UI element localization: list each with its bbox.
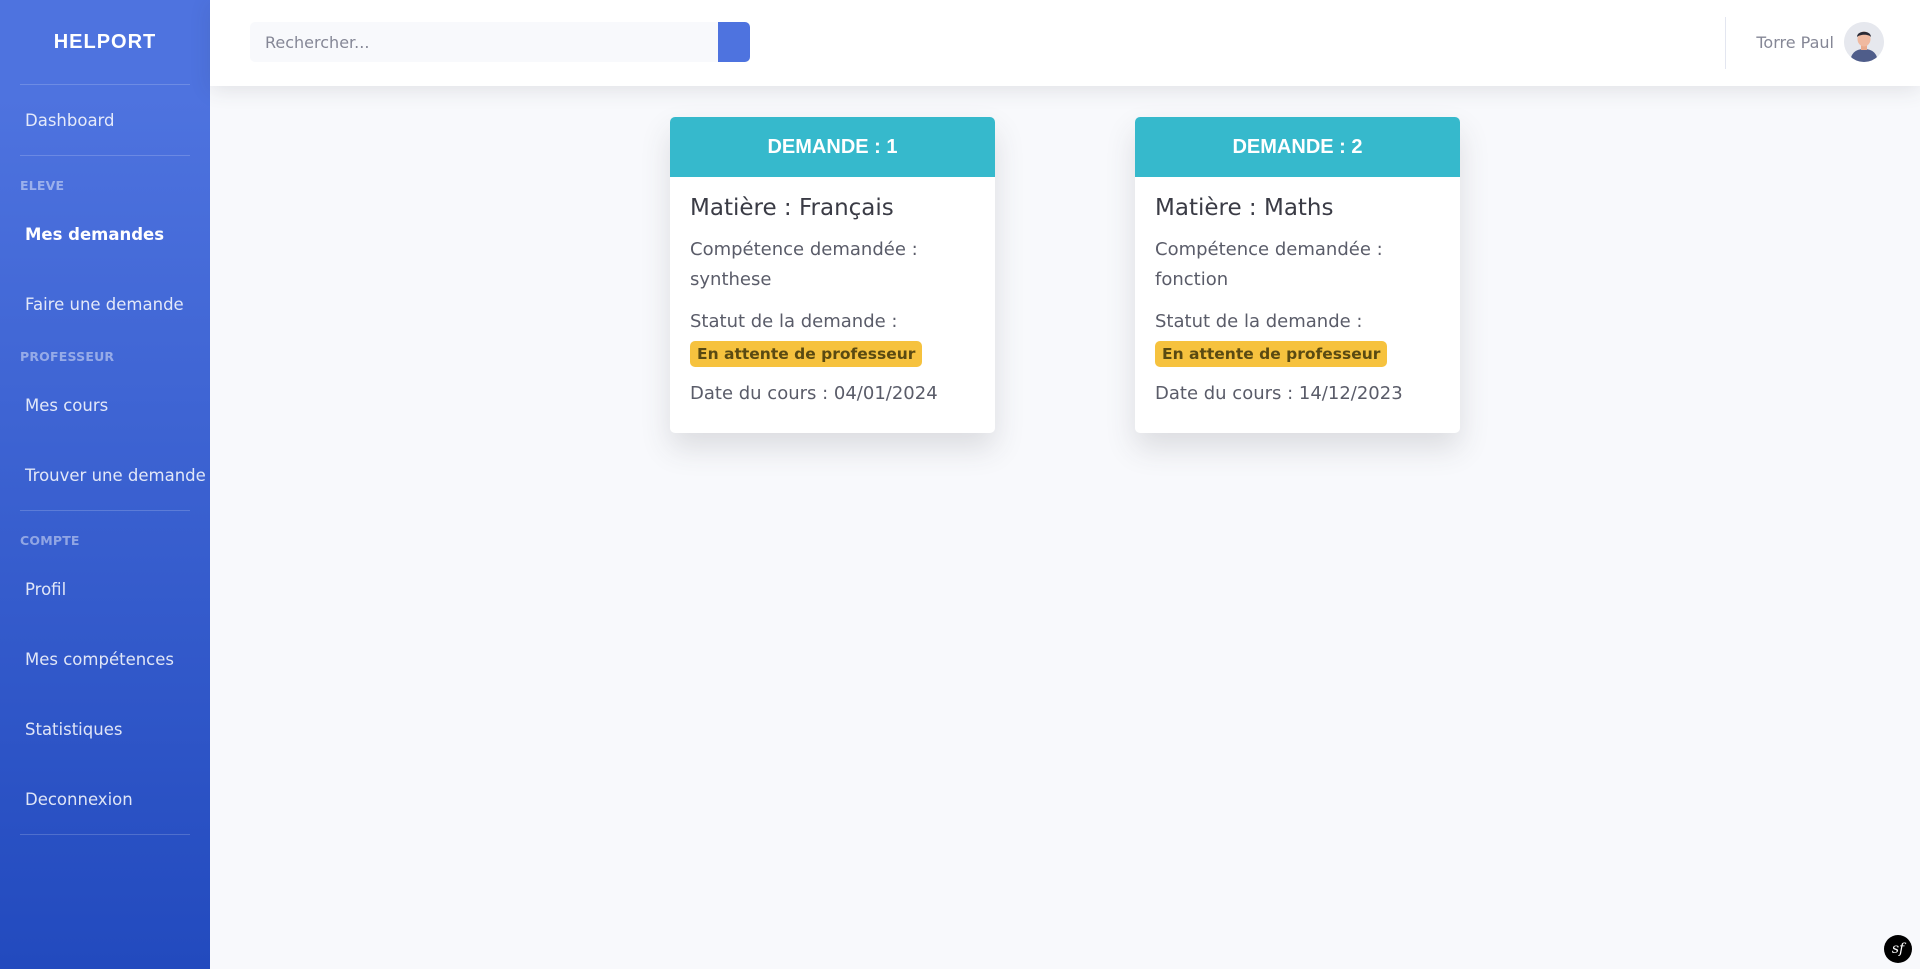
sidebar-item-mes-demandes[interactable]: Mes demandes [0, 199, 210, 269]
card-statut-label: Statut de la demande : [690, 311, 898, 332]
user-menu[interactable]: Torre Paul [1756, 22, 1884, 62]
sidebar-item-faire-demande[interactable]: Faire une demande [0, 269, 210, 339]
card-subject: Matière : Français [690, 195, 894, 221]
status-badge: En attente de professeur [1155, 341, 1388, 367]
card-subject: Matière : Maths [1155, 195, 1334, 221]
sidebar-heading-compte: COMPTE [20, 533, 80, 548]
user-name: Torre Paul [1756, 32, 1834, 52]
demande-card: DEMANDE : 1 Matière : Français Compétenc… [670, 117, 995, 433]
card-competence-value: synthese [690, 269, 772, 290]
search-bar [250, 22, 750, 62]
search-button[interactable] [718, 22, 750, 62]
card-date: Date du cours : 14/12/2023 [1155, 383, 1403, 404]
sidebar-item-mes-cours[interactable]: Mes cours [0, 370, 210, 440]
user-avatar-icon [1844, 22, 1884, 62]
card-header: DEMANDE : 1 [670, 117, 995, 177]
symfony-icon[interactable]: sf [1884, 935, 1912, 963]
sidebar-item-statistiques[interactable]: Statistiques [0, 694, 210, 764]
card-statut-label: Statut de la demande : [1155, 311, 1363, 332]
sidebar-item-trouver-demande[interactable]: Trouver une demande [0, 440, 210, 510]
demande-card: DEMANDE : 2 Matière : Maths Compétence d… [1135, 117, 1460, 433]
topbar-divider [1725, 17, 1726, 69]
sidebar-heading-eleve: ELEVE [20, 178, 65, 193]
sidebar-item-dashboard[interactable]: Dashboard [0, 85, 210, 155]
topbar: Torre Paul [210, 0, 1920, 86]
card-body: Matière : Maths Compétence demandée : fo… [1135, 177, 1460, 427]
sidebar-item-deconnexion[interactable]: Deconnexion [0, 764, 210, 834]
card-competence-label: Compétence demandée : [1155, 239, 1383, 260]
card-body: Matière : Français Compétence demandée :… [670, 177, 995, 427]
sidebar: HELPORT Dashboard ELEVE Mes demandes Fai… [0, 0, 210, 969]
search-input[interactable] [250, 22, 718, 62]
avatar [1844, 22, 1884, 62]
card-competence-label: Compétence demandée : [690, 239, 918, 260]
status-badge: En attente de professeur [690, 341, 923, 367]
card-competence-value: fonction [1155, 269, 1229, 290]
card-date: Date du cours : 04/01/2024 [690, 383, 938, 404]
sidebar-heading-professeur: PROFESSEUR [20, 349, 115, 364]
brand-logo[interactable]: HELPORT [0, 0, 210, 84]
sidebar-item-profil[interactable]: Profil [0, 554, 210, 624]
card-header: DEMANDE : 2 [1135, 117, 1460, 177]
sidebar-item-mes-competences[interactable]: Mes compétences [0, 624, 210, 694]
sidebar-divider [20, 834, 190, 835]
